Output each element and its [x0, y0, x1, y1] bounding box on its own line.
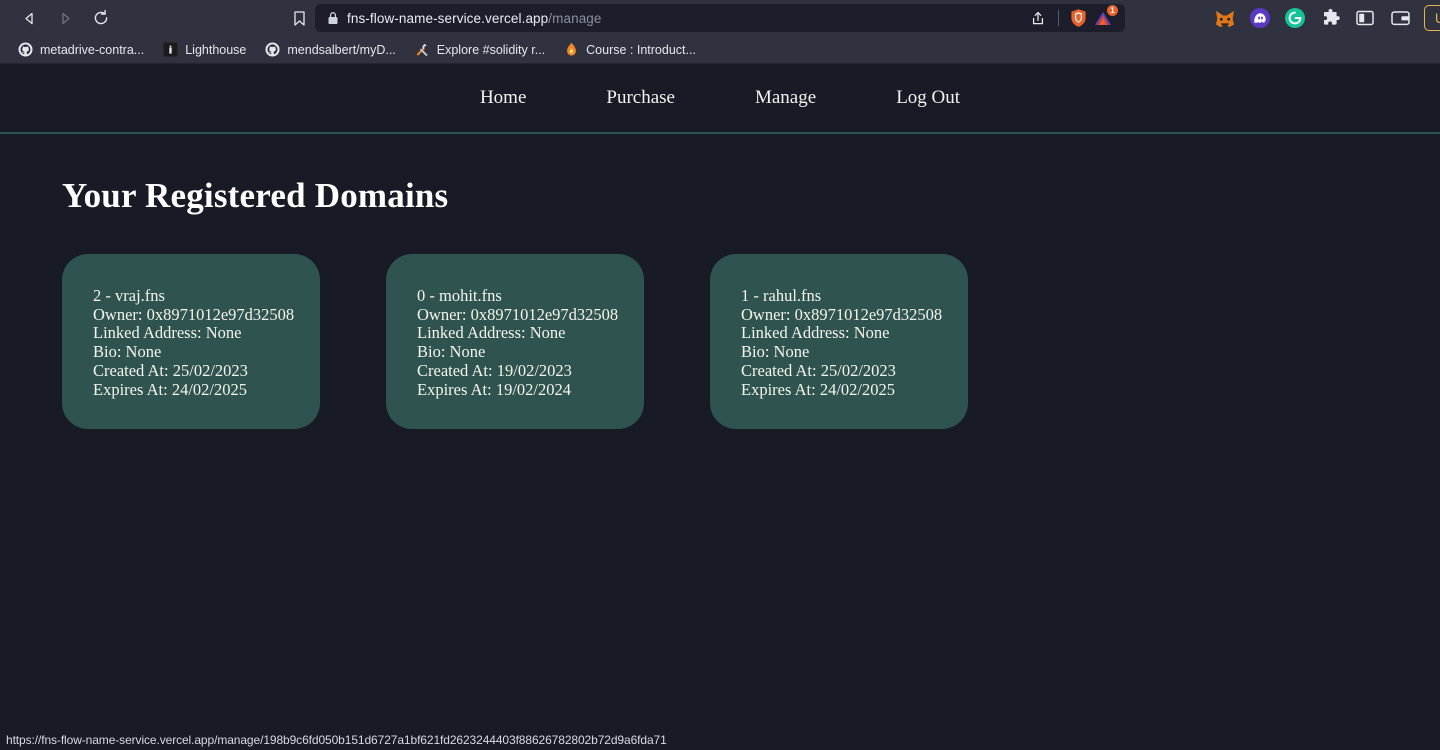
address-bar-actions: 1: [1026, 5, 1118, 29]
bookmarks-bar: metadrive-contra... Lighthouse mendsalbe…: [0, 36, 1440, 64]
share-icon[interactable]: [1026, 7, 1050, 29]
notification-badge: 1: [1107, 5, 1118, 16]
address-bar[interactable]: fns-flow-name-service.vercel.app/manage: [315, 4, 1125, 32]
toolbar-divider: [1058, 10, 1059, 26]
domain-created-at: Created At: 25/02/2023: [93, 360, 248, 380]
domain-expires-at: Expires At: 24/02/2025: [741, 379, 895, 399]
domain-name: 0 - mohit.fns: [417, 286, 502, 305]
domain-created-at: Created At: 25/02/2023: [741, 360, 896, 380]
sidebar-toggle-icon[interactable]: [1353, 6, 1377, 30]
reload-button[interactable]: [86, 4, 116, 32]
bookmark-item[interactable]: mendsalbert/myD...: [255, 39, 404, 61]
bookmark-label: Explore #solidity r...: [436, 42, 546, 57]
page-title: Your Registered Domains: [62, 176, 449, 215]
brave-shields-icon[interactable]: [1067, 7, 1089, 29]
tools-icon: [414, 42, 430, 58]
browser-toolbar: fns-flow-name-service.vercel.app/manage: [0, 0, 1440, 36]
nav-link-logout[interactable]: Log Out: [856, 87, 1000, 109]
update-button-label: Update: [1435, 10, 1440, 26]
domain-linked-address: Linked Address: None: [93, 323, 242, 343]
bookmark-label: Course : Introduct...: [586, 42, 696, 57]
url-host: fns-flow-name-service.vercel.app: [347, 10, 549, 26]
notifications-icon[interactable]: 1: [1091, 5, 1118, 29]
update-button[interactable]: Update: [1424, 5, 1440, 31]
bookmark-star-icon[interactable]: [292, 4, 307, 32]
extension-icons: [1213, 6, 1412, 30]
domain-created-at: Created At: 19/02/2023: [417, 360, 572, 380]
domain-card[interactable]: 0 - mohit.fns Owner: 0x8971012e97d32508 …: [386, 254, 644, 429]
status-bar: https://fns-flow-name-service.vercel.app…: [0, 729, 673, 750]
bookmark-item[interactable]: Explore #solidity r...: [405, 39, 554, 61]
forward-button: [50, 4, 80, 32]
bookmark-label: Lighthouse: [185, 42, 247, 57]
domain-name: 1 - rahul.fns: [741, 286, 822, 305]
nav-link-manage[interactable]: Manage: [715, 87, 856, 109]
domain-name: 2 - vraj.fns: [93, 286, 165, 305]
page-content: Home Purchase Manage Log Out Your Regist…: [0, 64, 1440, 750]
domain-expires-at: Expires At: 24/02/2025: [93, 379, 247, 399]
domain-card[interactable]: 2 - vraj.fns Owner: 0x8971012e97d32508 L…: [62, 254, 320, 429]
lock-icon: [327, 11, 339, 25]
github-icon: [264, 42, 280, 58]
lighthouse-icon: [162, 42, 178, 58]
phantom-extension-icon[interactable]: [1248, 6, 1272, 30]
grammarly-extension-icon[interactable]: [1283, 6, 1307, 30]
status-bar-url: https://fns-flow-name-service.vercel.app…: [6, 733, 667, 747]
domain-bio: Bio: None: [93, 342, 162, 362]
bookmark-label: mendsalbert/myD...: [287, 42, 396, 57]
wallet-icon[interactable]: [1388, 6, 1412, 30]
nav-link-purchase[interactable]: Purchase: [566, 87, 715, 109]
back-button[interactable]: [14, 4, 44, 32]
github-icon: [17, 42, 33, 58]
extensions-puzzle-icon[interactable]: [1318, 6, 1342, 30]
main-content: Your Registered Domains 2 - vraj.fns Own…: [0, 134, 1440, 429]
domain-owner: Owner: 0x8971012e97d32508: [93, 304, 295, 324]
domain-bio: Bio: None: [417, 342, 486, 362]
domain-linked-address: Linked Address: None: [741, 323, 890, 343]
bookmark-item[interactable]: Lighthouse: [153, 39, 255, 61]
site-navigation: Home Purchase Manage Log Out: [0, 64, 1440, 134]
nav-link-home[interactable]: Home: [440, 87, 566, 109]
domain-owner: Owner: 0x8971012e97d32508: [741, 304, 943, 324]
domain-cards-list: 2 - vraj.fns Owner: 0x8971012e97d32508 L…: [62, 254, 1440, 429]
metamask-extension-icon[interactable]: [1213, 6, 1237, 30]
navigation-buttons: [8, 4, 116, 32]
flame-icon: [563, 42, 579, 58]
bookmark-label: metadrive-contra...: [40, 42, 145, 57]
domain-card[interactable]: 1 - rahul.fns Owner: 0x8971012e97d32508 …: [710, 254, 968, 429]
bookmark-item[interactable]: Course : Introduct...: [554, 39, 705, 61]
browser-chrome: fns-flow-name-service.vercel.app/manage: [0, 0, 1440, 64]
domain-expires-at: Expires At: 19/02/2024: [417, 379, 571, 399]
domain-owner: Owner: 0x8971012e97d32508: [417, 304, 619, 324]
domain-bio: Bio: None: [741, 342, 810, 362]
url-path: /manage: [548, 10, 602, 26]
domain-linked-address: Linked Address: None: [417, 323, 566, 343]
bookmark-item[interactable]: metadrive-contra...: [8, 39, 153, 61]
